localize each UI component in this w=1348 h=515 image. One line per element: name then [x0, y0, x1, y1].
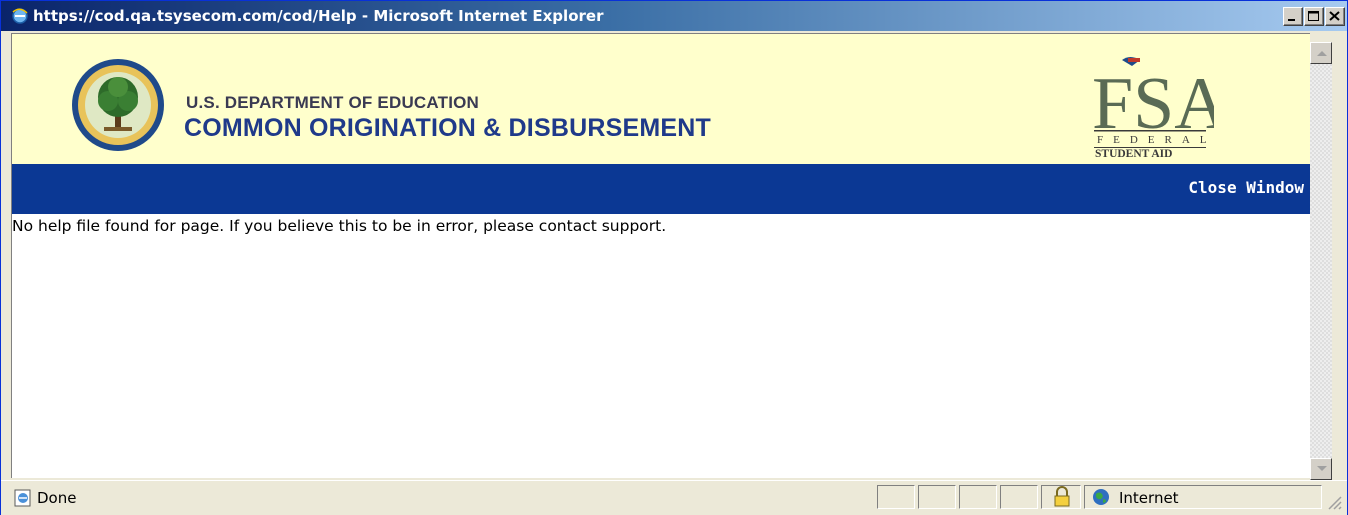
nav-bar: Close Window	[12, 164, 1310, 214]
resize-grip-icon[interactable]	[1325, 493, 1343, 511]
window-title: https://cod.qa.tsysecom.com/cod/Help - M…	[33, 7, 604, 25]
help-message: No help file found for page. If you beli…	[12, 217, 667, 235]
title-bar[interactable]: https://cod.qa.tsysecom.com/cod/Help - M…	[1, 1, 1347, 31]
svg-text:FEDERAL: FEDERAL	[1097, 134, 1214, 146]
status-pane	[1000, 485, 1038, 509]
lock-icon	[1054, 486, 1070, 507]
scroll-down-button[interactable]	[1310, 458, 1332, 480]
scroll-up-icon	[1317, 51, 1327, 56]
maximize-icon	[1308, 11, 1319, 21]
scroll-up-button[interactable]	[1310, 42, 1332, 64]
maximize-button[interactable]	[1304, 7, 1324, 26]
svg-text:STUDENT AID: STUDENT AID	[1095, 148, 1172, 160]
agency-name: U.S. DEPARTMENT OF EDUCATION	[186, 93, 480, 112]
close-window-link[interactable]: Close Window	[1188, 178, 1304, 197]
scroll-down-icon	[1317, 466, 1327, 471]
seal-icon	[72, 59, 164, 151]
ie-icon	[12, 8, 28, 24]
system-name: COMMON ORIGINATION & DISBURSEMENT	[184, 114, 711, 142]
fsa-logo: FSA FEDERAL STUDENT AID	[1092, 57, 1214, 160]
minimize-button[interactable]	[1283, 7, 1303, 26]
browser-window: https://cod.qa.tsysecom.com/cod/Help - M…	[0, 0, 1348, 515]
header-banner: U.S. DEPARTMENT OF EDUCATION COMMON ORIG…	[12, 34, 1310, 164]
close-icon	[1329, 11, 1340, 21]
minimize-icon	[1288, 19, 1295, 21]
status-pane	[959, 485, 997, 509]
status-text: Done	[37, 489, 77, 507]
svg-text:FSA: FSA	[1092, 63, 1214, 145]
close-button[interactable]	[1325, 7, 1345, 26]
zone-text: Internet	[1119, 489, 1179, 507]
page-viewport: U.S. DEPARTMENT OF EDUCATION COMMON ORIG…	[11, 33, 1310, 478]
status-bar: Done Internet	[1, 480, 1347, 515]
vertical-scrollbar[interactable]	[1310, 42, 1332, 480]
page-icon	[14, 489, 31, 507]
status-pane	[918, 485, 956, 509]
globe-icon	[1093, 489, 1109, 505]
status-pane	[877, 485, 915, 509]
